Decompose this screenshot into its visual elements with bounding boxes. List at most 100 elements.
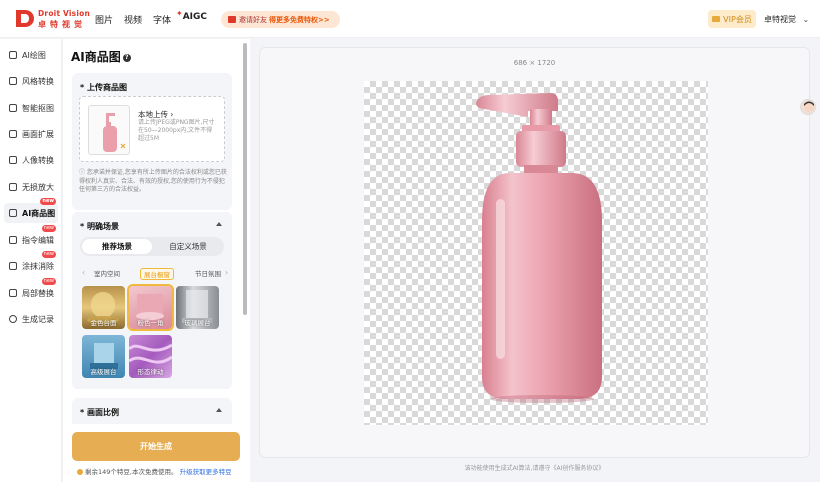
ratio-title-text: 画面比例 bbox=[86, 408, 119, 417]
assistant-avatar[interactable] bbox=[800, 99, 816, 115]
user-name: 卓特视觉 bbox=[764, 15, 796, 24]
upload-hint: 请上传JPEG或PNG图片,尺寸在50—2000px内,文件不得超过5M bbox=[138, 119, 215, 142]
edit-icon bbox=[9, 236, 17, 244]
sidebar-item-label: 生成记录 bbox=[22, 314, 54, 324]
scene-tile-label: 形态律动 bbox=[137, 368, 164, 376]
info-icon: ⓘ bbox=[79, 169, 87, 176]
collapse-up-icon[interactable] bbox=[216, 222, 222, 226]
page-title: AI商品图? bbox=[71, 48, 131, 65]
vip-button[interactable]: VIP会员 bbox=[708, 10, 756, 28]
scene-tile-label: 玻璃展台 bbox=[184, 319, 211, 327]
upload-notice: ⓘ 您承诺并保证,您享有所上传图片的合法权利或您已获得权利人真实、合法、有效的授… bbox=[79, 169, 227, 195]
panel-scrollbar[interactable] bbox=[243, 43, 247, 315]
nav-images[interactable]: 图片 bbox=[95, 13, 113, 26]
scene-segmented-control: 推荐场景 自定义场景 bbox=[80, 237, 224, 256]
sidebar-item-erase[interactable]: 涂抹消除 new bbox=[4, 251, 58, 276]
brand-name-cn[interactable]: 卓特视觉 bbox=[38, 19, 86, 30]
crown-icon bbox=[712, 16, 721, 22]
sidebar-item-label: 指令编辑 bbox=[22, 235, 54, 245]
upload-title-text: 上传商品图 bbox=[86, 83, 127, 92]
chevron-right-icon: › bbox=[170, 110, 174, 119]
transparent-background bbox=[364, 81, 708, 425]
sidebar-item-label: 无损放大 bbox=[22, 182, 54, 192]
ratio-title: * 画面比例 bbox=[80, 408, 119, 417]
nav-aigc[interactable]: ✦AIGC bbox=[176, 9, 207, 22]
sidebar-item-label: 画面扩展 bbox=[22, 129, 54, 139]
sidebar-item-instruct-edit[interactable]: 指令编辑 new bbox=[4, 225, 58, 250]
sidebar-item-upscale[interactable]: 无损放大 bbox=[4, 177, 58, 197]
tab-indoor[interactable]: 室内空间 bbox=[91, 268, 123, 280]
brand-name-en[interactable]: Droit Vision bbox=[38, 9, 90, 18]
sidebar-item-history[interactable]: 生成记录 bbox=[4, 309, 58, 329]
new-badge: new bbox=[41, 225, 56, 232]
tab-festival[interactable]: 节日氛围 bbox=[192, 268, 224, 280]
invite-promo-banner[interactable]: 邀请好友 得更多免费特权>> bbox=[221, 11, 340, 28]
chevron-right-icon[interactable]: › bbox=[225, 268, 228, 277]
vip-label: VIP会员 bbox=[723, 14, 752, 24]
scene-tile-label: 金色台面 bbox=[90, 319, 117, 327]
scene-title: * 明确场景 bbox=[80, 222, 119, 231]
new-badge: new bbox=[41, 278, 56, 285]
ai-disclaimer: 该功能使用生成式AI算法,请遵守《AI创作服务协议》 bbox=[464, 465, 605, 472]
user-menu[interactable]: 卓特视觉 ⌄ bbox=[764, 14, 809, 25]
upgrade-link[interactable]: 升级获取更多特豆 bbox=[180, 468, 232, 476]
generate-button[interactable]: 开始生成 bbox=[72, 432, 240, 461]
sidebar: AI绘图 风格转换 智能抠图 画面扩展 人像转换 无损放大 AI商品图 new 指… bbox=[0, 39, 62, 482]
sidebar-item-portrait[interactable]: 人像转换 bbox=[4, 150, 58, 170]
scene-card: * 明确场景 推荐场景 自定义场景 ‹ 室内空间 展台橱窗 节日氛围 › 金色台… bbox=[72, 212, 232, 389]
sidebar-item-ai-draw[interactable]: AI绘图 bbox=[4, 45, 58, 65]
upload-card: * 上传商品图 本地上传 › 请上传JPEG或PNG图片,尺寸在50—2000p… bbox=[72, 73, 232, 210]
sidebar-item-label: AI绘图 bbox=[22, 50, 46, 60]
scene-tile-flow[interactable]: 形态律动 bbox=[129, 335, 172, 378]
scene-tile-label: 粉色一角 bbox=[137, 319, 164, 327]
segment-custom[interactable]: 自定义场景 bbox=[154, 239, 222, 254]
uploaded-thumbnail[interactable] bbox=[88, 105, 130, 155]
assistant-face-icon bbox=[804, 101, 814, 112]
sparkle-icon: ✦ bbox=[176, 9, 183, 18]
tab-showcase[interactable]: 展台橱窗 bbox=[140, 268, 174, 280]
sidebar-item-product-image[interactable]: AI商品图 new bbox=[4, 198, 58, 223]
new-badge: new bbox=[40, 198, 56, 205]
upload-dropzone[interactable]: 本地上传 › 请上传JPEG或PNG图片,尺寸在50—2000px内,文件不得超… bbox=[79, 96, 225, 162]
sidebar-item-cutout[interactable]: 智能抠图 bbox=[4, 98, 58, 118]
scene-tile-label: 高级展台 bbox=[90, 368, 117, 376]
bottle-thumb-image bbox=[103, 113, 126, 152]
scene-tile-premium[interactable]: 高级展台 bbox=[82, 335, 125, 378]
brand-logo-icon[interactable] bbox=[14, 9, 36, 28]
scene-tile-pink[interactable]: 粉色一角 bbox=[127, 284, 174, 331]
nav-fonts[interactable]: 字体 bbox=[153, 13, 171, 26]
sidebar-item-replace[interactable]: 局部替换 new bbox=[4, 278, 58, 303]
credits-info: 剩余149个特豆,本次免费使用。 升级获取更多特豆 bbox=[77, 466, 232, 476]
brush-icon bbox=[9, 51, 17, 59]
sidebar-item-label: 智能抠图 bbox=[22, 103, 54, 113]
scene-tile-glass[interactable]: 玻璃展台 bbox=[176, 286, 219, 329]
sidebar-item-style-transfer[interactable]: 风格转换 bbox=[4, 71, 58, 91]
gift-icon bbox=[228, 16, 236, 23]
upload-title: * 上传商品图 bbox=[80, 83, 127, 92]
top-bar: Droit Vision 卓特视觉 图片 视频 字体 ✦AIGC 邀请好友 得更… bbox=[0, 0, 820, 38]
local-upload-label: 本地上传 bbox=[138, 110, 168, 119]
sidebar-item-label: AI商品图 bbox=[22, 208, 56, 218]
sidebar-item-label: 局部替换 bbox=[22, 288, 54, 298]
product-icon bbox=[9, 209, 17, 217]
promo-prefix: 邀请好友 bbox=[239, 15, 267, 24]
palette-icon bbox=[9, 77, 17, 85]
sidebar-item-label: 人像转换 bbox=[22, 155, 54, 165]
sidebar-item-expand[interactable]: 画面扩展 bbox=[4, 124, 58, 144]
coin-icon bbox=[77, 469, 83, 475]
scene-tile-gold[interactable]: 金色台面 bbox=[82, 286, 125, 329]
help-icon[interactable]: ? bbox=[122, 53, 131, 62]
preview-canvas: 686 × 1720 bbox=[259, 47, 810, 458]
chevron-left-icon[interactable]: ‹ bbox=[82, 268, 85, 277]
panel-footer: 开始生成 剩余149个特豆,本次免费使用。 升级获取更多特豆 bbox=[63, 424, 250, 482]
nav-videos[interactable]: 视频 bbox=[124, 13, 142, 26]
collapse-up-icon[interactable] bbox=[216, 408, 222, 412]
promo-highlight: 得更多免费特权>> bbox=[269, 15, 330, 24]
scene-title-text: 明确场景 bbox=[86, 222, 119, 231]
chevron-down-icon: ⌄ bbox=[802, 15, 810, 24]
clock-icon bbox=[9, 315, 17, 323]
sidebar-item-label: 涂抹消除 bbox=[22, 261, 54, 271]
pink-pump-bottle-image bbox=[476, 93, 602, 403]
portrait-icon bbox=[9, 156, 17, 164]
segment-recommended[interactable]: 推荐场景 bbox=[82, 239, 152, 254]
